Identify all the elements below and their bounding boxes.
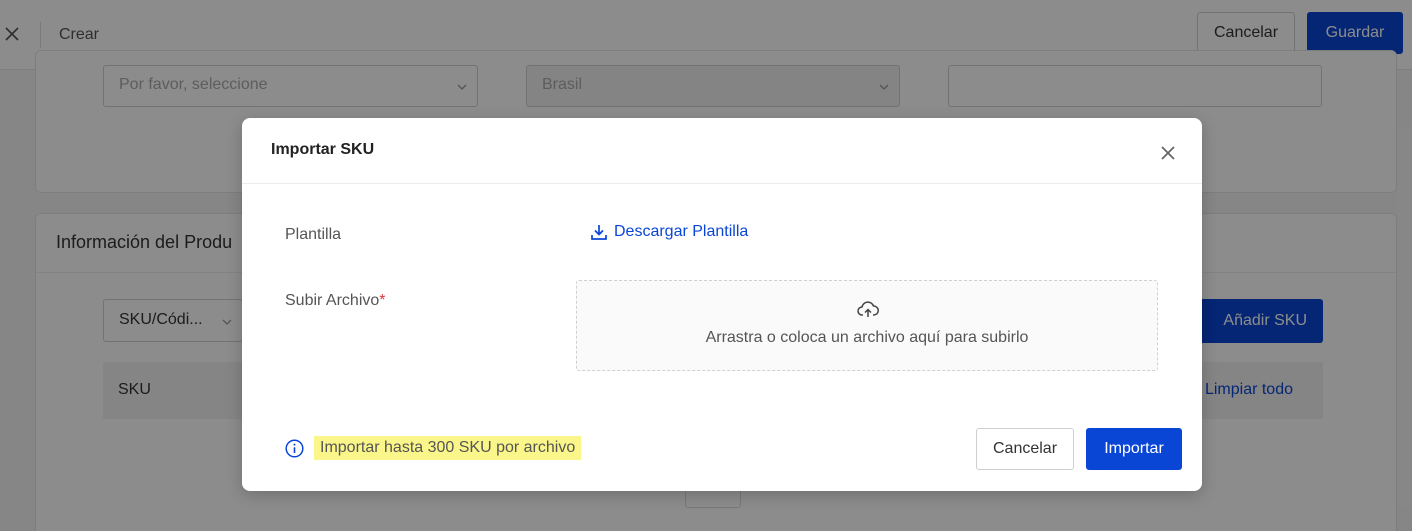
required-mark: * (379, 292, 386, 309)
import-limit-text: Importar hasta 300 SKU por archivo (314, 436, 582, 460)
download-icon (591, 225, 607, 240)
page: Crear Cancelar Guardar Por favor, selecc… (0, 0, 1412, 531)
dialog-cancel-button[interactable]: Cancelar (976, 428, 1074, 470)
upload-label: Subir Archivo* (285, 292, 386, 310)
download-template-link[interactable]: Descargar Plantilla (590, 223, 748, 241)
upload-cloud-icon (857, 301, 879, 317)
download-template-label: Descargar Plantilla (614, 223, 749, 240)
upload-label-text: Subir Archivo (285, 292, 380, 309)
import-limit-note: Importar hasta 300 SKU por archivo (285, 436, 582, 460)
dialog-title: Importar SKU (271, 141, 375, 158)
template-label: Plantilla (285, 226, 342, 243)
dropzone-text: Arrastra o coloca un archivo aquí para s… (705, 329, 1029, 346)
dialog-header: Importar SKU (242, 118, 1202, 184)
close-icon[interactable] (1159, 144, 1177, 162)
file-dropzone[interactable]: Arrastra o coloca un archivo aquí para s… (576, 280, 1158, 371)
import-button[interactable]: Importar (1086, 428, 1182, 470)
info-icon (285, 438, 304, 458)
import-sku-dialog: Importar SKU Plantilla Descargar Plantil… (242, 118, 1202, 491)
